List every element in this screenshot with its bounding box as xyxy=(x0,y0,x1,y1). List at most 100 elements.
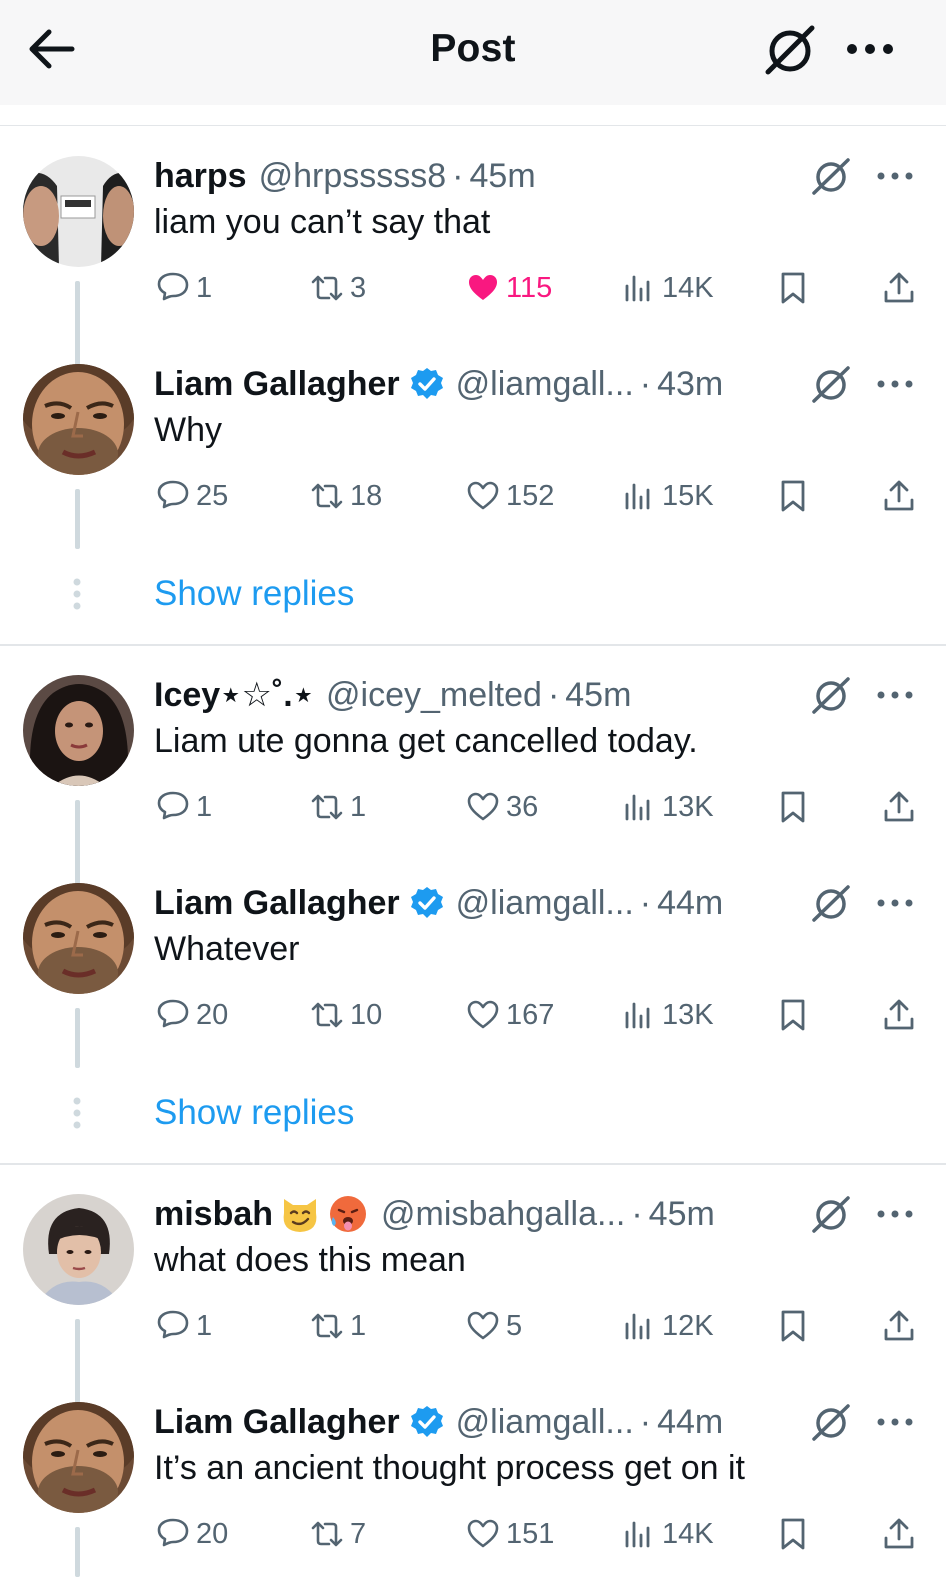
like-button[interactable]: 152 xyxy=(466,476,554,516)
reply-tweet[interactable]: Icey⋆☆˚.⋆ @icey_melted · 45m Liam ute go… xyxy=(0,675,946,885)
share-button[interactable] xyxy=(882,995,916,1035)
view-count: 13K xyxy=(662,790,714,823)
reply-tweet[interactable]: Liam Gallagher @liamgall... · 44m It’s a… xyxy=(0,1402,946,1577)
views-button[interactable]: 12K xyxy=(622,1306,714,1346)
user-handle[interactable]: @misbahgalla... xyxy=(381,1194,625,1234)
more-options-icon[interactable] xyxy=(874,685,916,705)
reply-button[interactable]: 20 xyxy=(156,995,228,1035)
bookmark-button[interactable] xyxy=(776,476,810,516)
more-options-icon[interactable] xyxy=(874,1412,916,1432)
show-replies-row[interactable]: Show replies xyxy=(0,566,946,626)
grok-icon[interactable] xyxy=(806,675,856,715)
grok-icon[interactable] xyxy=(806,1194,856,1234)
display-name[interactable]: harps xyxy=(154,156,247,196)
repost-count: 18 xyxy=(350,479,383,512)
bookmark-button[interactable] xyxy=(776,787,810,827)
timestamp[interactable]: 43m xyxy=(657,364,723,404)
grok-icon[interactable] xyxy=(806,156,856,196)
share-button[interactable] xyxy=(882,268,916,308)
repost-icon xyxy=(310,1309,344,1343)
share-button[interactable] xyxy=(882,1306,916,1346)
repost-button[interactable]: 1 xyxy=(310,1306,366,1346)
user-handle[interactable]: @liamgall... xyxy=(456,1402,634,1442)
verified-badge-icon xyxy=(410,886,444,920)
show-replies-link[interactable]: Show replies xyxy=(154,1093,354,1133)
reply-button[interactable]: 1 xyxy=(156,268,212,308)
repost-icon xyxy=(310,271,344,305)
user-handle[interactable]: @icey_melted xyxy=(326,675,542,715)
repost-count: 10 xyxy=(350,998,383,1031)
share-button[interactable] xyxy=(882,787,916,827)
repost-button[interactable]: 7 xyxy=(310,1514,366,1554)
avatar[interactable] xyxy=(23,1402,134,1513)
display-name[interactable]: Liam Gallagher xyxy=(154,1402,400,1442)
reply-button[interactable]: 25 xyxy=(156,476,228,516)
more-options-icon[interactable] xyxy=(874,1204,916,1224)
views-icon xyxy=(622,479,656,513)
reply-button[interactable]: 1 xyxy=(156,1306,212,1346)
grok-icon[interactable] xyxy=(806,364,856,404)
more-options-icon[interactable] xyxy=(874,893,916,913)
views-button[interactable]: 13K xyxy=(622,787,714,827)
timestamp[interactable]: 44m xyxy=(657,883,723,923)
avatar[interactable] xyxy=(23,364,134,475)
repost-button[interactable]: 10 xyxy=(310,995,382,1035)
avatar[interactable] xyxy=(23,883,134,994)
like-button[interactable]: 115 xyxy=(466,268,552,308)
tweet-text: Liam ute gonna get cancelled today. xyxy=(154,722,698,760)
like-count: 5 xyxy=(506,1309,523,1342)
grok-icon[interactable] xyxy=(762,22,818,78)
views-button[interactable]: 15K xyxy=(622,476,714,516)
grok-icon[interactable] xyxy=(806,1402,856,1442)
timestamp[interactable]: 45m xyxy=(470,156,536,196)
view-count: 15K xyxy=(662,479,714,512)
user-handle[interactable]: @liamgall... xyxy=(456,364,634,404)
reply-tweet[interactable]: Liam Gallagher @liamgall... · 43m Why 25… xyxy=(0,364,946,572)
grok-icon[interactable] xyxy=(806,883,856,923)
views-icon xyxy=(622,1309,656,1343)
timestamp[interactable]: 45m xyxy=(565,675,631,715)
bookmark-button[interactable] xyxy=(776,268,810,308)
bookmark-button[interactable] xyxy=(776,1514,810,1554)
views-button[interactable]: 14K xyxy=(622,268,714,308)
repost-button[interactable]: 18 xyxy=(310,476,382,516)
reply-button[interactable]: 20 xyxy=(156,1514,228,1554)
more-options-icon[interactable] xyxy=(874,166,916,186)
show-replies-link[interactable]: Show replies xyxy=(154,574,354,614)
repost-count: 1 xyxy=(350,1309,367,1342)
reply-tweet[interactable]: harps @hrpsssss8 · 45m liam you can’t sa… xyxy=(0,156,946,366)
avatar[interactable] xyxy=(23,675,134,786)
reply-icon xyxy=(156,271,190,305)
avatar[interactable] xyxy=(23,156,134,267)
like-button[interactable]: 151 xyxy=(466,1514,554,1554)
avatar[interactable] xyxy=(23,1194,134,1305)
like-button[interactable]: 5 xyxy=(466,1306,522,1346)
user-handle[interactable]: @hrpsssss8 xyxy=(259,156,447,196)
display-name[interactable]: misbah xyxy=(154,1194,273,1234)
display-name[interactable]: Icey⋆☆˚.⋆ xyxy=(154,675,314,715)
reply-tweet[interactable]: Liam Gallagher @liamgall... · 44m Whatev… xyxy=(0,883,946,1091)
bookmark-button[interactable] xyxy=(776,995,810,1035)
view-count: 14K xyxy=(662,271,714,304)
timestamp[interactable]: 45m xyxy=(649,1194,715,1234)
timestamp[interactable]: 44m xyxy=(657,1402,723,1442)
reply-tweet[interactable]: misbah @misbahgalla... · 45m what does t… xyxy=(0,1194,946,1404)
more-options-icon[interactable] xyxy=(874,374,916,394)
repost-button[interactable]: 1 xyxy=(310,787,366,827)
views-button[interactable]: 13K xyxy=(622,995,714,1035)
bookmark-button[interactable] xyxy=(776,1306,810,1346)
display-name[interactable]: Liam Gallagher xyxy=(154,883,400,923)
like-button[interactable]: 36 xyxy=(466,787,538,827)
tweet-header: Liam Gallagher @liamgall... · 43m xyxy=(154,364,723,404)
share-button[interactable] xyxy=(882,1514,916,1554)
views-button[interactable]: 14K xyxy=(622,1514,714,1554)
reply-button[interactable]: 1 xyxy=(156,787,212,827)
repost-button[interactable]: 3 xyxy=(310,268,366,308)
user-handle[interactable]: @liamgall... xyxy=(456,883,634,923)
like-button[interactable]: 167 xyxy=(466,995,554,1035)
more-options-icon[interactable] xyxy=(844,34,896,64)
show-replies-row[interactable]: Show replies xyxy=(0,1085,946,1145)
share-button[interactable] xyxy=(882,476,916,516)
separator-dot: · xyxy=(639,365,652,403)
display-name[interactable]: Liam Gallagher xyxy=(154,364,400,404)
